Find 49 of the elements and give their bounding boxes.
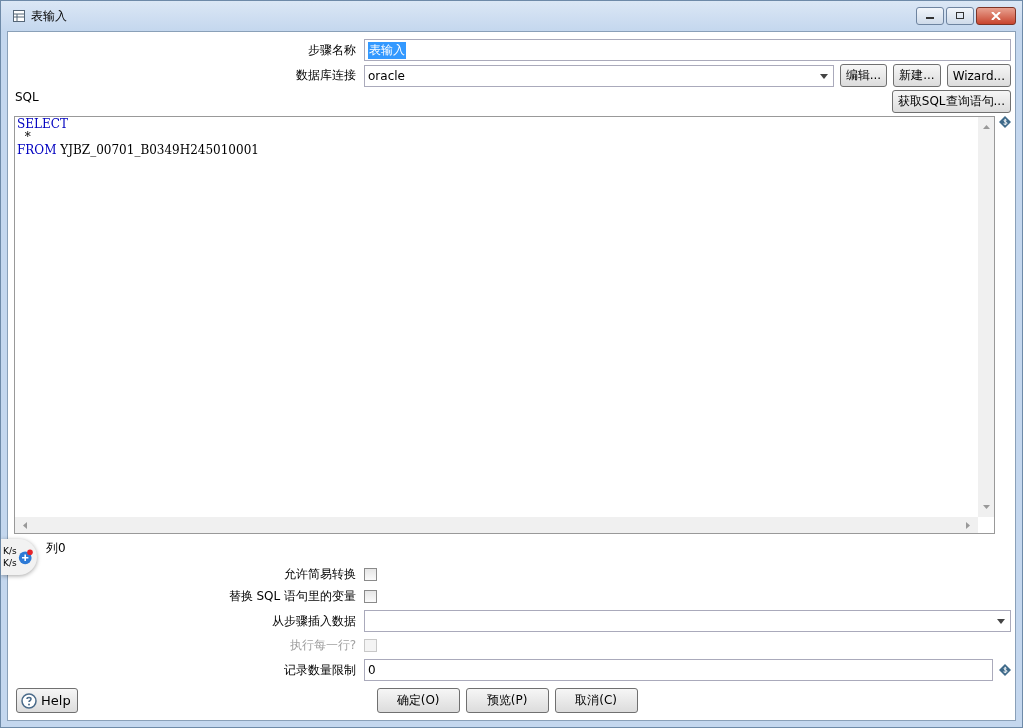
maximize-button[interactable] bbox=[946, 7, 974, 25]
get-sql-button[interactable]: 获取SQL查询语句... bbox=[891, 90, 1011, 113]
checkbox[interactable] bbox=[364, 590, 377, 603]
scroll-left-icon[interactable] bbox=[23, 521, 27, 529]
checkbox[interactable] bbox=[364, 568, 377, 581]
option-label: 从步骤插入数据 bbox=[271, 612, 357, 630]
help-button[interactable]: Help bbox=[16, 688, 78, 713]
dialog-button[interactable]: 预览(P) bbox=[465, 688, 549, 713]
dialog-button[interactable]: 取消(C) bbox=[554, 688, 638, 713]
horizontal-scrollbar[interactable] bbox=[15, 517, 978, 533]
step-dropdown[interactable] bbox=[364, 610, 1011, 632]
variable-icon bbox=[999, 116, 1011, 128]
close-button[interactable] bbox=[976, 7, 1016, 25]
connection-dropdown[interactable]: oracle bbox=[364, 64, 834, 87]
maximize-icon bbox=[955, 12, 965, 20]
caret-icon bbox=[819, 73, 828, 79]
minimize-button[interactable] bbox=[916, 7, 944, 25]
close-icon bbox=[991, 12, 1001, 20]
limit-field[interactable]: 0 bbox=[364, 659, 993, 681]
dialog-button[interactable]: 确定(O) bbox=[376, 688, 460, 713]
help-icon bbox=[21, 692, 37, 709]
table-icon bbox=[13, 10, 25, 22]
variable-icon bbox=[999, 664, 1011, 676]
scroll-right-icon[interactable] bbox=[966, 521, 970, 529]
sql-editor[interactable]: SELECT * FROM YJBZ_00701_B0349H245010001 bbox=[14, 116, 995, 534]
option-label: 记录数量限制 bbox=[283, 661, 357, 679]
connection-label: 数据库连接 bbox=[295, 67, 357, 84]
caret-icon bbox=[997, 619, 1005, 624]
vertical-scrollbar[interactable] bbox=[978, 117, 994, 517]
connection-button[interactable]: Wizard... bbox=[946, 64, 1011, 87]
step-name-label: 步骤名称 bbox=[307, 41, 357, 59]
option-label: 替换 SQL 语句里的变量 bbox=[227, 588, 357, 605]
sql-label: SQL bbox=[14, 90, 39, 104]
scroll-down-icon[interactable] bbox=[982, 505, 990, 509]
cursor-position: 列0 bbox=[46, 541, 66, 555]
window-title: 表输入 bbox=[31, 7, 67, 25]
code-line: SELECT bbox=[17, 118, 68, 131]
connection-button[interactable]: 编辑... bbox=[839, 64, 888, 87]
plus-icon bbox=[17, 549, 34, 565]
option-label: 允许简易转换 bbox=[283, 566, 357, 583]
option-label: 执行每一行? bbox=[288, 637, 357, 654]
scroll-up-icon[interactable] bbox=[982, 125, 990, 129]
step-name-value: 表输入 bbox=[368, 41, 406, 59]
code-line: * bbox=[23, 131, 31, 144]
connection-button[interactable]: 新建... bbox=[893, 64, 941, 87]
speed-reading: K/s bbox=[3, 545, 17, 557]
code-line: FROM YJBZ_00701_B0349H245010001 bbox=[17, 144, 259, 157]
speed-reading: K/s bbox=[3, 557, 17, 569]
speed-widget[interactable]: K/s K/s bbox=[1, 539, 37, 575]
